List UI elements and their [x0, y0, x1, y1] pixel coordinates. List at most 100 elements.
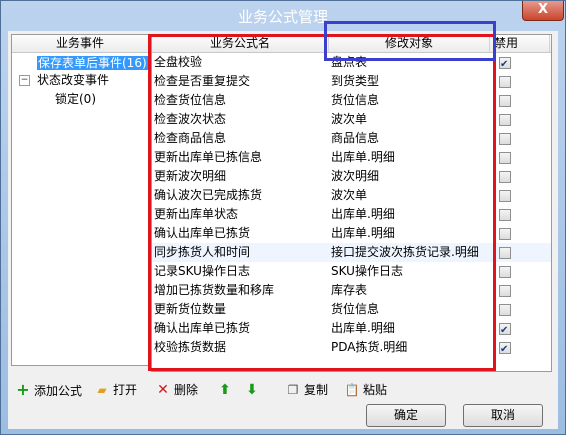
disabled-checkbox[interactable] [499, 76, 511, 88]
formula-name-cell[interactable]: 检查是否重复提交 [154, 72, 328, 91]
copy-button[interactable]: ❐ 复制 [285, 380, 328, 400]
arrow-down-icon: ⬇ [246, 382, 258, 398]
disabled-checkbox[interactable] [499, 114, 511, 126]
plus-icon: + [16, 380, 30, 399]
formula-name-cell[interactable]: 记录SKU操作日志 [154, 262, 328, 281]
table-row[interactable]: 校验拣货数据 PDA拣货.明细 [152, 338, 551, 359]
column-header-name[interactable]: 业务公式名 [152, 35, 329, 52]
table-row[interactable]: 记录SKU操作日志 SKU操作日志 [152, 262, 551, 281]
tree-item-label: 保存表单后事件(16) [37, 56, 148, 70]
table-row[interactable]: 检查商品信息 商品信息 [152, 129, 551, 148]
tree-item-label: 状态改变事件 [37, 73, 110, 87]
target-object-cell[interactable]: 到货类型 [331, 72, 489, 91]
target-object-cell[interactable]: 波次明细 [331, 167, 489, 186]
target-object-cell[interactable]: 货位信息 [331, 91, 489, 110]
target-object-cell[interactable]: 出库单.明细 [331, 224, 489, 243]
ok-button[interactable]: 确定 [366, 404, 446, 427]
table-row[interactable]: 同步拣货人和时间 接口提交波次拣货记录.明细 [152, 243, 551, 262]
table-row[interactable]: 更新货位数量 货位信息 [152, 300, 551, 319]
target-object-cell[interactable]: 货位信息 [331, 300, 489, 319]
formula-name-cell[interactable]: 更新货位数量 [154, 300, 328, 319]
target-object-cell[interactable]: 库存表 [331, 281, 489, 300]
formula-name-cell[interactable]: 更新波次明细 [154, 167, 328, 186]
formula-name-cell[interactable]: 同步拣货人和时间 [154, 243, 328, 262]
x-icon: ✕ [157, 382, 169, 398]
formula-name-cell[interactable]: 更新出库单已拣信息 [154, 148, 328, 167]
open-button[interactable]: ▰ 打开 [94, 380, 137, 400]
tree-item-status-change[interactable]: 状态改变事件 [37, 72, 109, 89]
target-object-cell[interactable]: 波次单 [331, 186, 489, 205]
event-tree: 业务事件 保存表单后事件(16) − 状态改变事件 锁定(0) [11, 34, 149, 366]
column-header-disabled[interactable]: 禁用 [490, 35, 550, 52]
disabled-checkbox[interactable] [499, 209, 511, 221]
table-row[interactable]: 增加已拣货数量和移库 库存表 [152, 281, 551, 300]
formula-name-cell[interactable]: 校验拣货数据 [154, 338, 328, 357]
tree-header: 业务事件 [12, 35, 148, 53]
table-row[interactable]: 更新出库单状态 出库单.明细 [152, 205, 551, 224]
window-title: 业务公式管理 [237, 8, 328, 26]
table-row[interactable]: 更新波次明细 波次明细 [152, 167, 551, 186]
disabled-checkbox[interactable] [499, 285, 511, 297]
tree-item-save[interactable]: 保存表单后事件(16) [37, 55, 148, 72]
disabled-checkbox[interactable] [499, 152, 511, 164]
formula-name-cell[interactable]: 检查货位信息 [154, 91, 328, 110]
paste-icon: 📋 [344, 383, 360, 397]
disabled-checkbox[interactable] [499, 95, 511, 107]
target-object-cell[interactable]: PDA拣货.明细 [331, 338, 489, 357]
move-up-button[interactable]: ⬆ [217, 380, 236, 400]
target-object-cell[interactable]: 波次单 [331, 110, 489, 129]
disabled-checkbox[interactable] [499, 228, 511, 240]
arrow-up-icon: ⬆ [219, 382, 231, 398]
target-object-cell[interactable]: 出库单.明细 [331, 148, 489, 167]
table-row[interactable]: 检查是否重复提交 到货类型 [152, 72, 551, 91]
move-down-button[interactable]: ⬇ [244, 380, 263, 400]
disabled-checkbox[interactable] [499, 304, 511, 316]
formula-grid: 业务公式名 修改对象 禁用 全盘校验盘点表检查是否重复提交到货类型检查货位信息货… [151, 34, 552, 372]
add-formula-label: 添加公式 [34, 384, 83, 398]
disabled-checkbox[interactable] [499, 133, 511, 145]
title-bar: 业务公式管理 X [1, 1, 565, 31]
target-object-cell[interactable]: 接口提交波次拣货记录.明细 [331, 243, 489, 262]
grid-header: 业务公式名 修改对象 禁用 [152, 35, 551, 53]
tree-item-lock[interactable]: 锁定(0) [55, 91, 96, 108]
cancel-button[interactable]: 取消 [463, 404, 543, 427]
column-header-target[interactable]: 修改对象 [329, 35, 490, 52]
disabled-checkbox[interactable] [499, 340, 511, 359]
dialog-window: 业务公式管理 X 业务事件 保存表单后事件(16) − 状态改变事件 锁定(0)… [0, 0, 566, 435]
table-row[interactable]: 确认波次已完成拣货 波次单 [152, 186, 551, 205]
table-row[interactable]: 检查波次状态 波次单 [152, 110, 551, 129]
table-row[interactable]: 确认出库单已拣货 出库单.明细 [152, 319, 551, 340]
disabled-checkbox[interactable] [499, 266, 511, 278]
close-button[interactable]: X [522, 1, 564, 21]
disabled-checkbox[interactable] [499, 171, 511, 183]
formula-name-cell[interactable]: 确认波次已完成拣货 [154, 186, 328, 205]
target-object-cell[interactable]: 出库单.明细 [331, 319, 489, 338]
table-row[interactable]: 检查货位信息 货位信息 [152, 91, 551, 110]
paste-button[interactable]: 📋 粘贴 [344, 380, 388, 400]
add-formula-button[interactable]: + 添加公式 [15, 380, 82, 400]
paste-label: 粘贴 [363, 383, 388, 397]
formula-name-cell[interactable]: 确认出库单已拣货 [154, 319, 328, 338]
formula-name-cell[interactable]: 增加已拣货数量和移库 [154, 281, 328, 300]
table-row[interactable]: 确认出库单已拣货 出库单.明细 [152, 224, 551, 243]
formula-name-cell[interactable]: 更新出库单状态 [154, 205, 328, 224]
disabled-checkbox[interactable] [499, 190, 511, 202]
target-object-cell[interactable]: 商品信息 [331, 129, 489, 148]
delete-button[interactable]: ✕ 删除 [155, 380, 198, 400]
formula-name-cell[interactable]: 全盘校验 [154, 53, 328, 72]
open-label: 打开 [113, 383, 138, 397]
formula-name-cell[interactable]: 检查波次状态 [154, 110, 328, 129]
collapse-icon[interactable]: − [19, 75, 30, 86]
target-object-cell[interactable]: SKU操作日志 [331, 262, 489, 281]
disabled-checkbox[interactable] [499, 55, 511, 74]
target-object-cell[interactable]: 出库单.明细 [331, 205, 489, 224]
formula-name-cell[interactable]: 确认出库单已拣货 [154, 224, 328, 243]
disabled-checkbox[interactable] [499, 321, 511, 340]
table-row[interactable]: 全盘校验 盘点表 [152, 53, 551, 74]
formula-name-cell[interactable]: 检查商品信息 [154, 129, 328, 148]
copy-icon: ❐ [287, 383, 299, 397]
target-object-cell[interactable]: 盘点表 [331, 53, 489, 72]
folder-icon: ▰ [97, 383, 107, 397]
table-row[interactable]: 更新出库单已拣信息 出库单.明细 [152, 148, 551, 167]
disabled-checkbox[interactable] [499, 247, 511, 259]
